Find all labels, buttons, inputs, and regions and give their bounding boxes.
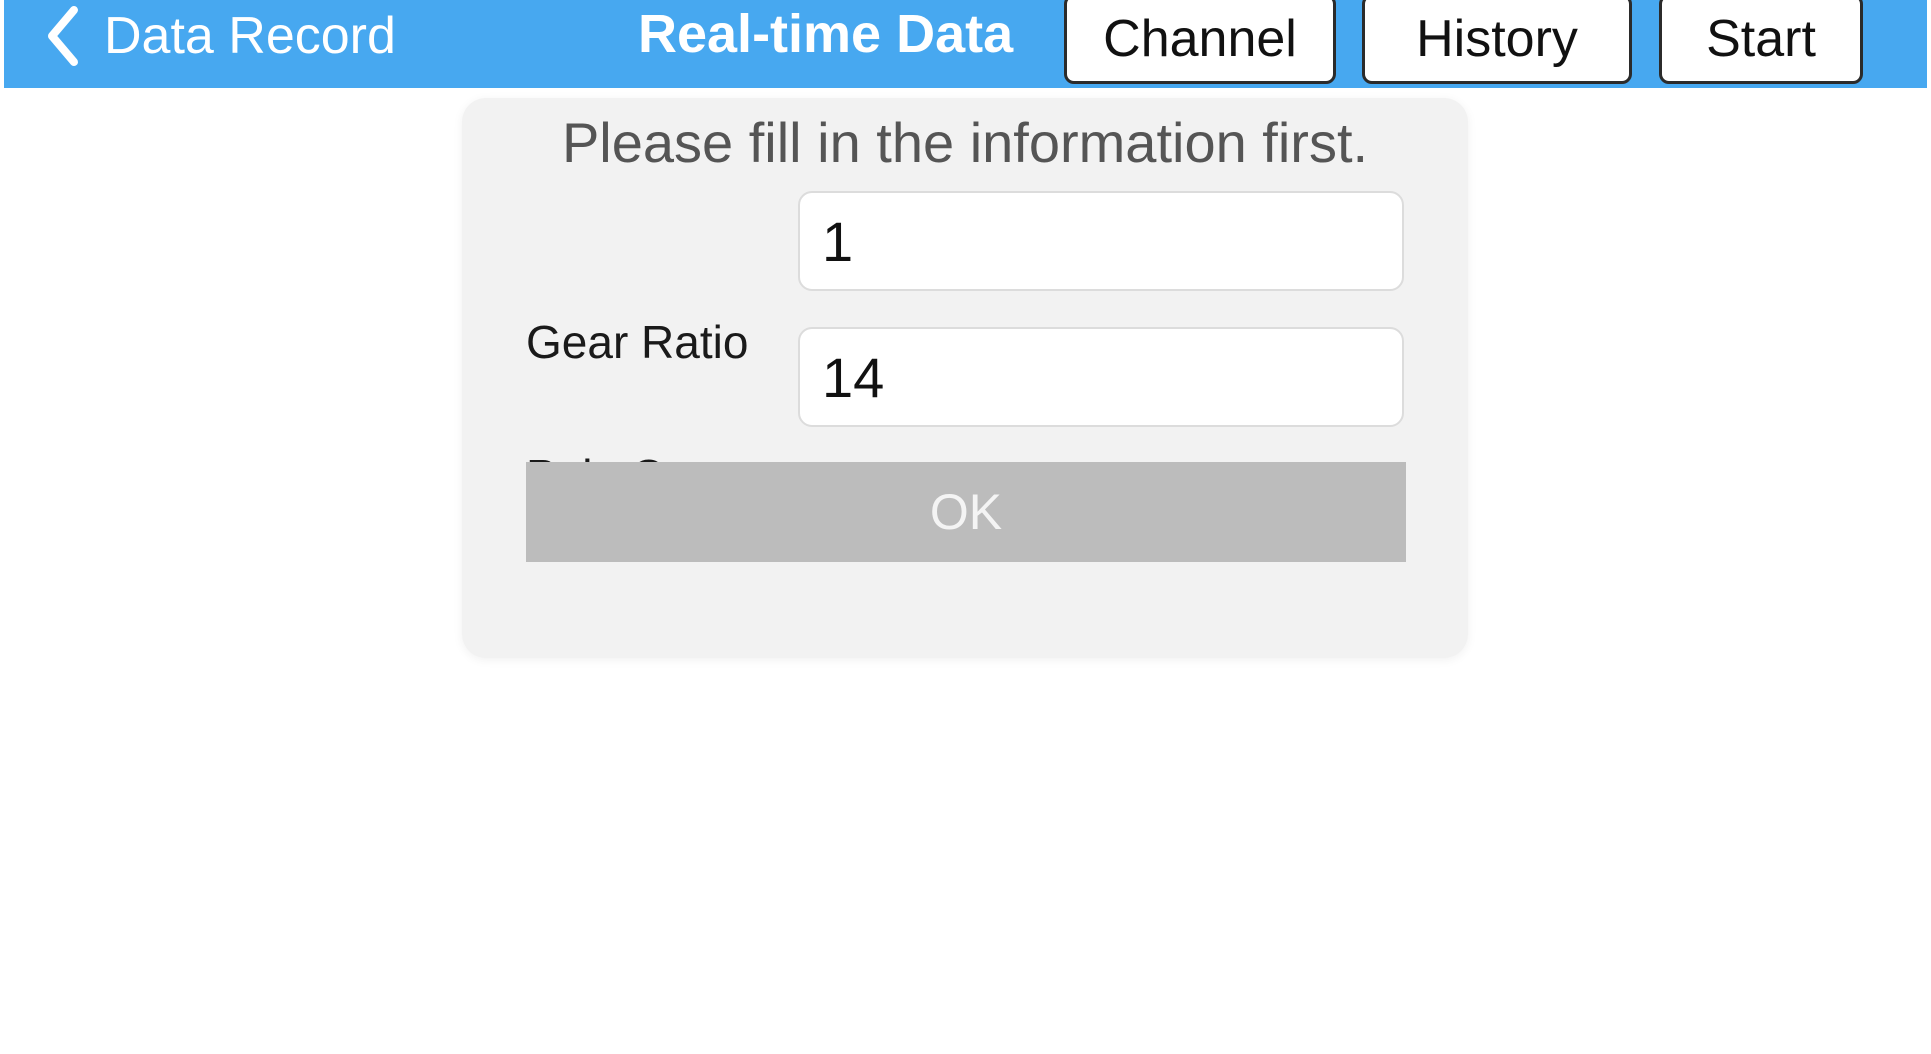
pole-count-input[interactable] bbox=[798, 327, 1404, 427]
history-button[interactable]: History bbox=[1362, 0, 1632, 84]
start-button[interactable]: Start bbox=[1659, 0, 1863, 84]
gear-ratio-label: Gear Ratio bbox=[526, 316, 749, 368]
realtime-data-screen: Data Record Real-time Data Channel Histo… bbox=[0, 0, 1931, 1054]
back-button-label: Data Record bbox=[104, 7, 396, 65]
chevron-left-icon bbox=[48, 6, 78, 66]
info-dialog: Please fill in the information first. Ge… bbox=[462, 98, 1468, 658]
back-button[interactable]: Data Record bbox=[42, 0, 396, 72]
ok-button[interactable]: OK bbox=[526, 462, 1406, 562]
page-title: Real-time Data bbox=[638, 4, 1014, 64]
dialog-message: Please fill in the information first. bbox=[561, 111, 1369, 174]
gear-ratio-input[interactable] bbox=[798, 191, 1404, 291]
channel-button[interactable]: Channel bbox=[1064, 0, 1336, 84]
navigation-bar: Data Record Real-time Data Channel Histo… bbox=[4, 0, 1927, 88]
